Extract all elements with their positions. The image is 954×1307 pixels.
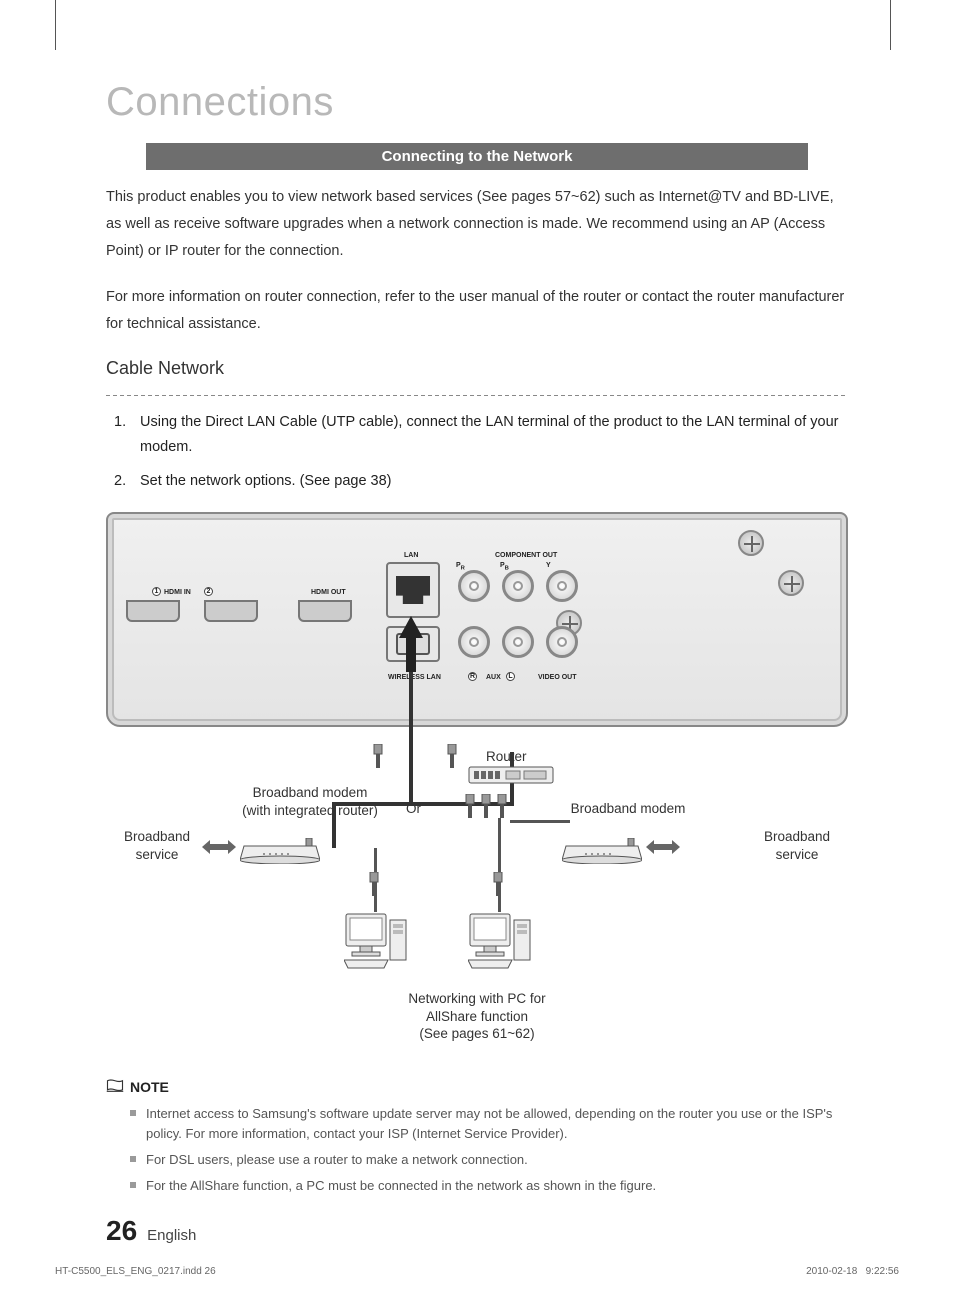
port-badge-2: 2 (204, 587, 213, 596)
plug-icon (446, 744, 458, 768)
plug-icon (368, 872, 380, 896)
arrow-up-icon (399, 616, 423, 672)
port-label-aux: AUX (486, 674, 501, 681)
device-back-panel: HDMI IN 1 2 HDMI OUT LAN WIRELESS LAN CO… (106, 512, 848, 727)
rca-aux-r (458, 626, 490, 658)
note-item: Internet access to Samsung's software up… (130, 1104, 848, 1144)
print-timestamp: 2010-02-18 9:22:56 (806, 1266, 899, 1277)
intro-paragraph-1: This product enables you to view network… (106, 184, 848, 264)
component-rca-group (458, 570, 578, 602)
label-router: Router (486, 748, 527, 766)
rca-aux-l (502, 626, 534, 658)
note-item: For the AllShare function, a PC must be … (130, 1176, 848, 1196)
cable-line (409, 672, 413, 802)
page-footer: 26 English (106, 1215, 196, 1247)
port-label-component-out: COMPONENT OUT (495, 552, 557, 559)
rca-pb-label: PB (500, 562, 509, 571)
double-arrow-icon (202, 840, 236, 854)
cable-line (510, 820, 570, 823)
note-icon (106, 1079, 124, 1096)
hdmi-in-1-port (126, 600, 180, 622)
rca-pr (458, 570, 490, 602)
subheading: Cable Network (106, 358, 848, 383)
section-banner: Connecting to the Network (146, 143, 808, 170)
rca-pr-label: PR (456, 562, 465, 571)
chapter-title: Connections (106, 80, 848, 125)
pc-icon (468, 912, 532, 970)
label-text: Broadband modem (253, 785, 368, 800)
label-broadband-modem: Broadband modem (548, 800, 708, 818)
cable-line (498, 818, 501, 912)
plug-icon (372, 744, 384, 768)
print-file: HT-C5500_ELS_ENG_0217.indd 26 (55, 1266, 216, 1277)
page-language: English (147, 1227, 196, 1244)
rca-video-out (546, 626, 578, 658)
plug-icon (464, 794, 476, 818)
port-label-lan: LAN (404, 552, 418, 559)
step-item: Set the network options. (See page 38) (114, 469, 848, 494)
aux-l-label: L (506, 672, 515, 681)
label-networking-caption: Networking with PC for AllShare function… (106, 990, 848, 1043)
rca-y-label: Y (546, 562, 551, 569)
port-label-video-out: VIDEO OUT (538, 674, 577, 681)
modem-icon (240, 838, 320, 864)
label-text: Networking with PC for (408, 991, 545, 1006)
label-broadband-service-right: Broadband service (742, 828, 852, 863)
label-broadband-service-left: Broadband service (102, 828, 212, 863)
plug-icon (492, 872, 504, 896)
port-badge-1: 1 (152, 587, 161, 596)
label-text: (with integrated router) (242, 803, 378, 818)
label-broadband-integrated: Broadband modem (with integrated router) (210, 784, 410, 819)
lan-port (386, 562, 440, 618)
note-label: NOTE (130, 1079, 169, 1095)
rca-y (546, 570, 578, 602)
router-icon (468, 766, 554, 784)
double-arrow-icon (646, 840, 680, 854)
connection-diagram: HDMI IN 1 2 HDMI OUT LAN WIRELESS LAN CO… (106, 512, 848, 1067)
modem-icon (562, 838, 642, 864)
hdmi-in-2-port (204, 600, 258, 622)
print-footer: HT-C5500_ELS_ENG_0217.indd 26 2010-02-18… (55, 1266, 899, 1277)
rca-pb (502, 570, 534, 602)
port-label-hdmi-in: HDMI IN (164, 589, 191, 596)
port-label-hdmi-out: HDMI OUT (311, 589, 346, 596)
screw-icon (738, 530, 764, 556)
label-text: (See pages 61~62) (419, 1026, 534, 1041)
label-text: AllShare function (426, 1009, 528, 1024)
aux-r-label: R (468, 672, 477, 681)
page-number: 26 (106, 1215, 137, 1247)
intro-paragraph-2: For more information on router connectio… (106, 284, 848, 338)
note-item: For DSL users, please use a router to ma… (130, 1150, 848, 1170)
steps-list: Using the Direct LAN Cable (UTP cable), … (114, 410, 848, 494)
port-label-wireless-lan: WIRELESS LAN (388, 674, 441, 681)
hdmi-out-port (298, 600, 352, 622)
step-item: Using the Direct LAN Cable (UTP cable), … (114, 410, 848, 459)
pc-icon (344, 912, 408, 970)
plug-icon (496, 794, 508, 818)
plug-icon (480, 794, 492, 818)
aux-video-rca-group (458, 626, 578, 658)
hdmi-ports (126, 600, 352, 622)
screw-icon (778, 570, 804, 596)
note-heading: NOTE (106, 1079, 848, 1096)
notes-list: Internet access to Samsung's software up… (106, 1104, 848, 1197)
divider (106, 395, 848, 396)
